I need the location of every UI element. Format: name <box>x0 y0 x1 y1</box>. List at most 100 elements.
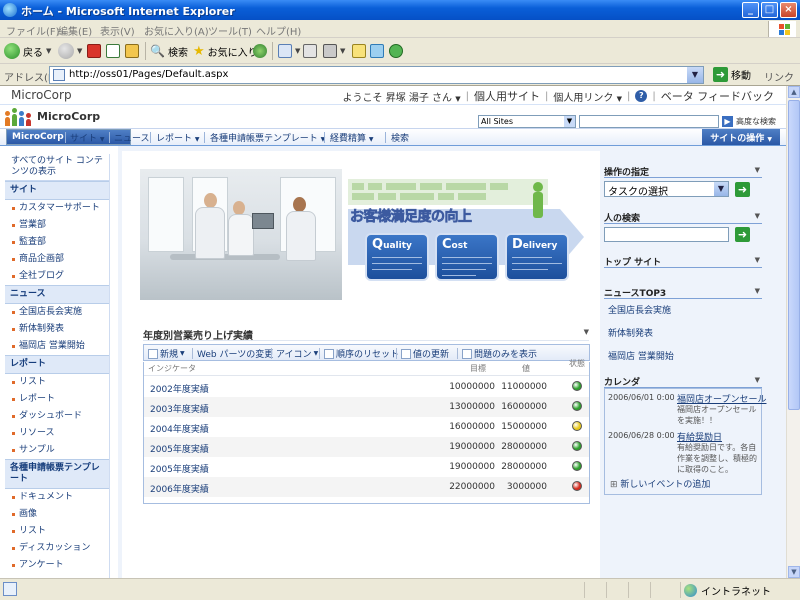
refresh-values-button[interactable]: 値の更新 <box>401 347 449 360</box>
kpi-indicator-link[interactable]: 2006年度実績 <box>150 482 209 495</box>
kpi-indicator-link[interactable]: 2002年度実績 <box>150 382 209 395</box>
quicklaunch-item[interactable]: ダッシュボード <box>5 408 109 425</box>
chevron-down-icon[interactable]: ▼ <box>755 256 760 264</box>
welcome-menu[interactable]: ようこそ 昇塚 湯子 さん ▼ <box>343 89 461 104</box>
show-problems-button[interactable]: 問題のみを表示 <box>462 347 537 360</box>
tab-reports[interactable]: レポート ▼ <box>156 131 200 144</box>
chevron-down-icon[interactable]: ▼ <box>755 212 760 220</box>
menu-favorites[interactable]: お気に入り(A) <box>144 23 209 38</box>
site-actions-menu[interactable]: サイトの操作 ▼ <box>702 129 780 145</box>
news-link[interactable]: 福岡店 営業開始 <box>604 347 762 367</box>
edit-button[interactable]: ▼ <box>323 41 345 61</box>
news-link[interactable]: 全国店長会実施 <box>604 301 762 321</box>
scroll-up-icon[interactable]: ▲ <box>788 86 800 98</box>
my-site-link[interactable]: 個人用サイト <box>474 88 540 104</box>
news-link[interactable]: 新体制発表 <box>604 324 762 344</box>
icon-menu-button[interactable]: アイコン ▼ <box>276 347 318 360</box>
tab-templates[interactable]: 各種申請帳票テンプレート ▼ <box>210 131 325 144</box>
column-indicator[interactable]: インジケータ <box>148 363 196 374</box>
tab-news[interactable]: ニュース <box>114 131 150 144</box>
forward-button[interactable]: ▼ <box>58 41 82 61</box>
my-links-menu[interactable]: 個人用リンク ▼ <box>553 89 622 104</box>
maximize-button[interactable]: □ <box>761 2 778 18</box>
advanced-search-link[interactable]: 高度な検索 <box>736 116 776 127</box>
quicklaunch-item[interactable]: 全社ブログ <box>5 268 109 285</box>
column-value[interactable]: 値 <box>522 363 530 374</box>
kpi-new-button[interactable]: 新規 ▼ <box>148 347 185 360</box>
chevron-down-icon[interactable]: ▼ <box>755 166 760 174</box>
address-input[interactable]: http://oss01/Pages/Default.aspx ▼ <box>49 66 704 84</box>
kpi-indicator-link[interactable]: 2005年度実績 <box>150 462 209 475</box>
quicklaunch-item[interactable]: ドキュメント <box>5 489 109 506</box>
scrollbar-thumb[interactable] <box>788 100 800 410</box>
quicklaunch-item[interactable]: アンケート <box>5 557 109 574</box>
quicklaunch-heading-news[interactable]: ニュース <box>5 285 109 304</box>
go-button[interactable]: ➜ 移動 <box>713 67 751 82</box>
quicklaunch-item[interactable]: リスト <box>5 523 109 540</box>
kpi-indicator-link[interactable]: 2004年度実績 <box>150 422 209 435</box>
quicklaunch-item[interactable]: 新体制発表 <box>5 321 109 338</box>
portal-brand[interactable]: MicroCorp <box>11 88 72 102</box>
kpi-indicator-link[interactable]: 2003年度実績 <box>150 402 209 415</box>
favorites-button[interactable]: ★ お気に入り <box>193 41 258 61</box>
media-button[interactable] <box>253 41 267 61</box>
research-button[interactable] <box>370 41 384 61</box>
column-goal[interactable]: 目標 <box>470 363 486 374</box>
quicklaunch-item[interactable]: ディスカッション <box>5 540 109 557</box>
tab-microcorp[interactable]: MicroCorp <box>6 129 131 145</box>
quicklaunch-heading-sites[interactable]: サイト <box>5 181 109 200</box>
scroll-down-icon[interactable]: ▼ <box>788 566 800 578</box>
search-button[interactable]: 🔍 検索 <box>150 41 188 61</box>
quicklaunch-item[interactable]: カスタマーサポート <box>5 200 109 217</box>
quicklaunch-item[interactable]: 画像 <box>5 506 109 523</box>
chevron-down-icon[interactable]: ▼ <box>584 328 589 336</box>
menu-tools[interactable]: ツール(T) <box>208 23 252 38</box>
back-button[interactable]: 戻る ▼ <box>4 41 51 61</box>
quicklaunch-item[interactable]: 監査部 <box>5 234 109 251</box>
quicklaunch-item[interactable]: リスト <box>5 374 109 391</box>
print-button[interactable] <box>303 41 317 61</box>
chevron-down-icon[interactable]: ▼ <box>755 376 760 384</box>
search-go-icon[interactable]: ▶ <box>722 116 733 127</box>
site-title[interactable]: MicroCorp <box>37 110 100 123</box>
close-button[interactable]: × <box>780 2 797 18</box>
quicklaunch-item[interactable]: 商品企画部 <box>5 251 109 268</box>
minimize-button[interactable]: _ <box>742 2 759 18</box>
people-search-go-button[interactable]: ➜ <box>735 227 750 242</box>
column-status[interactable]: 状態 <box>569 358 585 369</box>
quicklaunch-heading-reports[interactable]: レポート <box>5 355 109 374</box>
discuss-button[interactable] <box>352 41 366 61</box>
quicklaunch-heading-templates[interactable]: 各種申請帳票テンプレート <box>5 459 109 489</box>
help-icon[interactable]: ? <box>635 90 648 102</box>
menu-view[interactable]: 表示(V) <box>100 23 135 38</box>
tab-expenses[interactable]: 経費精算 ▼ <box>330 131 374 144</box>
refresh-button[interactable] <box>106 41 120 61</box>
menu-file[interactable]: ファイル(F) <box>6 23 60 38</box>
view-all-content-link[interactable]: すべてのサイト コンテンツの表示 <box>5 154 109 181</box>
quicklaunch-item[interactable]: 営業部 <box>5 217 109 234</box>
menu-help[interactable]: ヘルプ(H) <box>256 23 301 38</box>
page-scrollbar[interactable]: ▲ ▼ <box>786 86 800 578</box>
task-go-button[interactable]: ➜ <box>735 182 750 197</box>
search-input[interactable] <box>579 115 719 128</box>
task-select[interactable]: タスクの選択 ▼ <box>604 181 729 198</box>
tab-search[interactable]: 検索 <box>391 131 409 144</box>
stop-button[interactable] <box>87 41 101 61</box>
quicklaunch-item[interactable]: レポート <box>5 391 109 408</box>
mail-button[interactable]: ▼ <box>278 41 300 61</box>
kpi-indicator-link[interactable]: 2005年度実績 <box>150 442 209 455</box>
chevron-down-icon[interactable]: ▼ <box>687 67 703 83</box>
menu-edit[interactable]: 編集(E) <box>58 23 92 38</box>
home-button[interactable] <box>125 41 139 61</box>
quicklaunch-item[interactable]: サンプル <box>5 442 109 459</box>
quicklaunch-item[interactable]: リソース <box>5 425 109 442</box>
chevron-down-icon[interactable]: ▼ <box>755 287 760 295</box>
quicklaunch-item[interactable]: 全国店長会実施 <box>5 304 109 321</box>
add-event-link[interactable]: ⊞ 新しいイベントの追加 <box>607 477 759 490</box>
beta-feedback-link[interactable]: ベータ フィードバック <box>661 88 774 104</box>
messenger-button[interactable] <box>389 41 403 61</box>
search-scope-select[interactable]: All Sites ▼ <box>478 115 576 128</box>
links-button[interactable]: リンク <box>764 69 794 84</box>
quicklaunch-item[interactable]: 福岡店 営業開始 <box>5 338 109 355</box>
edit-webpart-button[interactable]: Web パーツの変更 <box>197 347 273 360</box>
